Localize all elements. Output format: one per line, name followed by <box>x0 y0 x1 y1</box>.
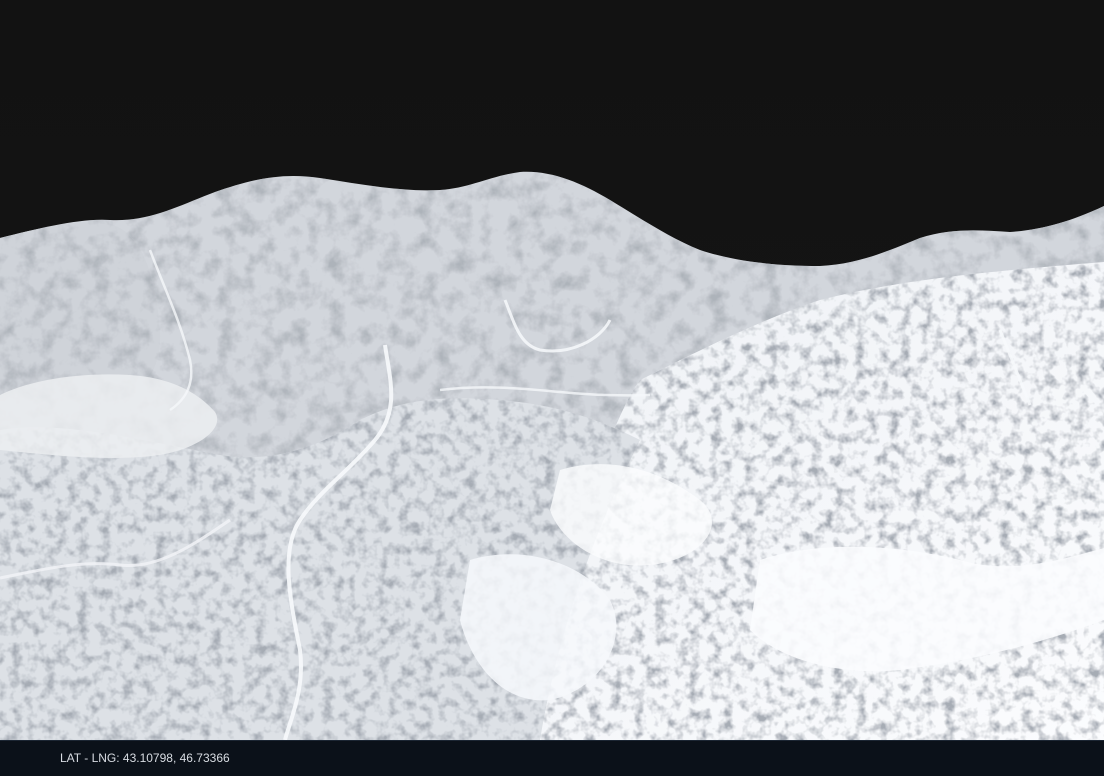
terrain-3d-viewport[interactable] <box>0 0 1104 740</box>
coordinates-readout: LAT - LNG: 43.10798, 46.73366 <box>60 751 230 765</box>
terrain-rendering <box>0 0 1104 740</box>
status-bar: LAT - LNG: 43.10798, 46.73366 <box>0 740 1104 776</box>
